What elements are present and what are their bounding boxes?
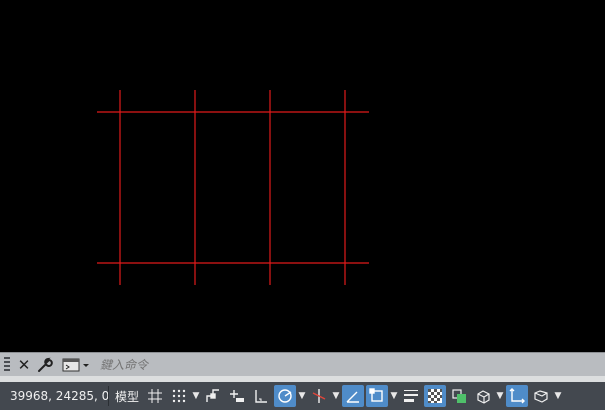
3d-object-snap-dropdown-icon[interactable]: ▼ xyxy=(495,385,505,407)
snap-mode-icon[interactable] xyxy=(168,385,190,407)
divider xyxy=(108,386,109,406)
ortho-mode-icon[interactable] xyxy=(250,385,272,407)
snap-mode-dropdown-icon[interactable]: ▼ xyxy=(191,385,201,407)
polar-tracking-icon[interactable] xyxy=(274,385,297,407)
selection-filter-dropdown-icon[interactable]: ▼ xyxy=(553,385,563,407)
drag-grip-icon[interactable] xyxy=(4,356,10,373)
wrench-icon[interactable] xyxy=(36,355,54,375)
object-snap-icon[interactable] xyxy=(366,385,389,407)
object-snap-tracking-icon[interactable] xyxy=(342,385,365,407)
drawing-canvas[interactable] xyxy=(0,0,605,352)
status-bar: 39968, 24285, 0 模型 ▼ ▼ ▼ ▼ ▼ ▼ xyxy=(0,382,605,410)
command-line: ✕ xyxy=(0,352,605,376)
command-input[interactable] xyxy=(96,354,603,375)
dynamic-ucs-icon[interactable] xyxy=(506,385,529,407)
selection-filter-icon[interactable] xyxy=(530,385,552,407)
isometric-drafting-icon[interactable] xyxy=(308,385,330,407)
3d-object-snap-icon[interactable] xyxy=(472,385,494,407)
grid-display-icon[interactable] xyxy=(144,385,166,407)
command-prompt-icon[interactable] xyxy=(62,355,92,375)
drawing-geometry xyxy=(97,90,369,285)
polar-tracking-dropdown-icon[interactable]: ▼ xyxy=(297,385,307,407)
selection-cycling-icon[interactable] xyxy=(448,385,470,407)
transparency-icon[interactable] xyxy=(424,385,447,407)
coordinate-readout[interactable]: 39968, 24285, 0 xyxy=(0,389,109,403)
isometric-dropdown-icon[interactable]: ▼ xyxy=(331,385,341,407)
dynamic-input-icon[interactable] xyxy=(226,385,248,407)
model-space-button[interactable]: 模型 xyxy=(111,388,143,405)
object-snap-dropdown-icon[interactable]: ▼ xyxy=(389,385,399,407)
lineweight-icon[interactable] xyxy=(400,385,422,407)
infer-constraints-icon[interactable] xyxy=(202,385,224,407)
close-icon[interactable]: ✕ xyxy=(16,355,32,375)
